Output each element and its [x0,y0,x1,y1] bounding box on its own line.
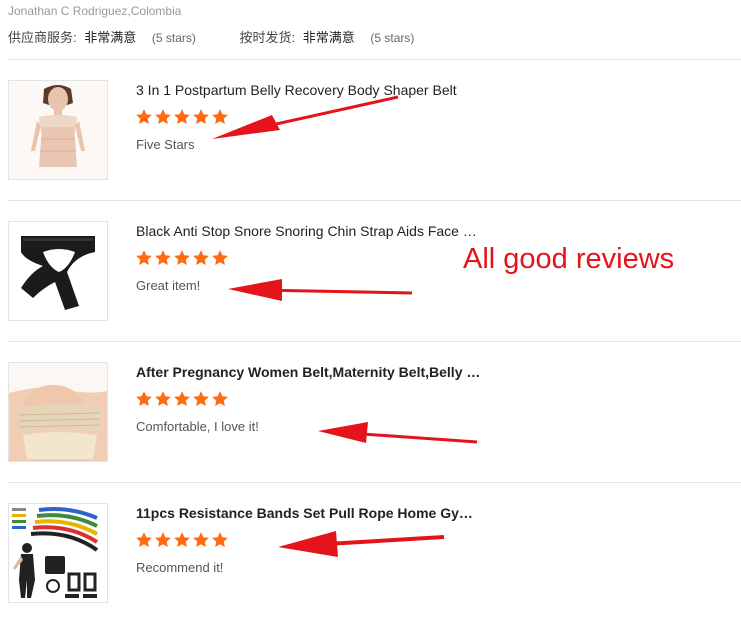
rating-supplier-service: 供应商服务: 非常满意 (5 stars) [8,27,196,46]
divider [8,341,741,342]
star-icon [155,391,171,407]
star-icon [193,109,209,125]
star-icon [136,391,152,407]
star-icon [136,532,152,548]
divider [8,482,741,483]
review-item: After Pregnancy Women Belt,Maternity Bel… [8,362,741,462]
seller-ratings: 供应商服务: 非常满意 (5 stars) 按时发货: 非常满意 (5 star… [8,27,414,46]
star-rating [135,390,230,410]
star-icon [136,109,152,125]
rating-count: (5 stars) [370,31,415,45]
review-comment: Comfortable, I love it! [136,419,259,434]
star-icon [193,250,209,266]
star-icon [212,532,228,548]
reviewer-name: Jonathan C Rodriguez,Colombia [8,4,182,18]
star-icon [212,109,228,125]
review-item: 11pcs Resistance Bands Set Pull Rope Hom… [8,503,741,603]
star-icon [193,391,209,407]
star-icon [155,532,171,548]
rating-value: 非常满意 [302,30,355,45]
product-title[interactable]: Black Anti Stop Snore Snoring Chin Strap… [136,223,481,239]
star-icon [155,250,171,266]
review-item: 3 In 1 Postpartum Belly Recovery Body Sh… [8,80,741,180]
product-title[interactable]: 3 In 1 Postpartum Belly Recovery Body Sh… [136,82,481,98]
product-thumbnail[interactable] [8,221,108,321]
review-comment: Recommend it! [136,560,224,575]
star-rating [135,531,230,551]
annotation-text: All good reviews [463,243,675,275]
review-comment: Five Stars [136,137,195,152]
star-icon [193,532,209,548]
star-icon [174,391,190,407]
star-icon [155,109,171,125]
product-thumbnail[interactable] [8,80,108,180]
divider [8,200,741,201]
rating-count: (5 stars) [151,31,196,45]
rating-value: 非常满意 [84,30,137,45]
star-rating [135,249,230,269]
product-title[interactable]: 11pcs Resistance Bands Set Pull Rope Hom… [136,505,481,521]
divider [8,59,741,60]
product-thumbnail[interactable] [8,503,108,603]
review-comment: Great item! [136,278,201,293]
product-thumbnail[interactable] [8,362,108,462]
star-icon [212,250,228,266]
star-icon [212,391,228,407]
star-rating [135,108,230,128]
rating-label: 按时发货: [239,30,296,45]
rating-label: 供应商服务: [8,30,77,45]
product-title[interactable]: After Pregnancy Women Belt,Maternity Bel… [136,364,481,380]
star-icon [174,532,190,548]
star-icon [174,250,190,266]
star-icon [174,109,190,125]
rating-shipping: 按时发货: 非常满意 (5 stars) [240,27,415,46]
star-icon [136,250,152,266]
